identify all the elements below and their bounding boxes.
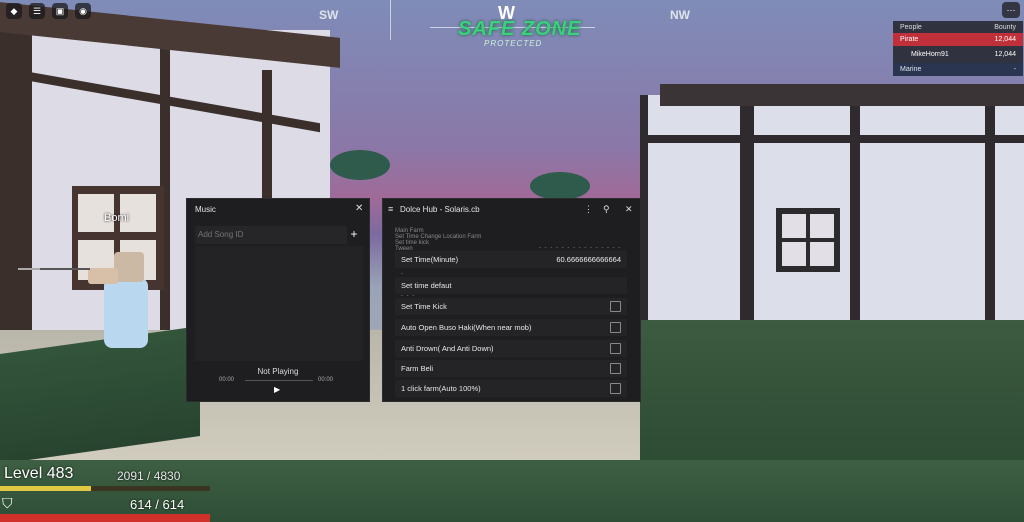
row-label: Set time defaut [401, 281, 452, 290]
xp-text: 2091 / 4830 [117, 469, 181, 483]
play-icon[interactable]: ▶ [274, 385, 280, 394]
music-title: Music [195, 205, 216, 214]
set-time-value: 60.6666666666664 [556, 255, 621, 264]
row-label: 1 click farm(Auto 100%) [401, 384, 481, 393]
search-icon[interactable]: ⚲ [603, 204, 610, 215]
row-label: Anti Drown( And Anti Down) [401, 344, 494, 353]
compass-marker [390, 0, 391, 40]
music-panel: Music ✕ + Not Playing 00:00 00:00 ▶ [186, 198, 370, 402]
team-bounty: - [1013, 66, 1016, 73]
player-name: MikeHorn91 [911, 51, 949, 58]
chat-icon: ☰ [32, 5, 42, 16]
player-row[interactable]: MikeHorn91 12,044 [893, 46, 1023, 63]
right-roof [660, 84, 1024, 106]
shield-icon: ⛉ [2, 495, 13, 511]
safe-zone-subtitle: PROTECTED [484, 39, 543, 48]
exit-icon: ▣ [55, 5, 65, 16]
set-time-default-button[interactable]: Set time defaut [395, 277, 627, 294]
compass-sw: SW [319, 8, 339, 22]
more-menu-button[interactable]: ⋯ [1002, 2, 1020, 18]
header-bounty: Bounty [994, 23, 1016, 31]
backpack-button[interactable]: ▣ [52, 3, 68, 19]
team-name: Marine [900, 66, 922, 73]
team-name: Pirate [900, 36, 919, 43]
leaderboard: People Bounty Pirate 12,044 MikeHorn91 1… [893, 21, 1023, 76]
more-icon[interactable]: ⋮ [584, 204, 593, 215]
row-label: Set Time Kick [401, 302, 447, 311]
checkbox[interactable] [610, 322, 621, 333]
palm-foliage [530, 172, 590, 200]
hp-text: 614 / 614 [130, 497, 185, 512]
close-icon[interactable]: ✕ [355, 203, 363, 214]
playback-status: Not Playing [257, 367, 299, 376]
player-bounty: 12,044 [994, 51, 1016, 58]
leaderboard-header: People Bounty [893, 21, 1023, 33]
character-name: Bomi [104, 212, 130, 224]
set-time-slider-row[interactable]: Set Time(Minute) 60.6666666666664 [395, 251, 627, 268]
ellipsis-icon: ⋯ [1006, 4, 1016, 15]
farm-beli-toggle[interactable]: Farm Beli [395, 360, 627, 377]
checkbox[interactable] [610, 363, 621, 374]
checkbox[interactable] [610, 383, 621, 394]
checkbox[interactable] [610, 343, 621, 354]
hp-bar [0, 514, 210, 522]
player-level: Level 483 [4, 465, 74, 482]
add-song-button[interactable]: + [347, 227, 361, 241]
anti-drown-toggle[interactable]: Anti Drown( And Anti Down) [395, 340, 627, 357]
grass-right [640, 320, 1024, 470]
song-id-input[interactable] [195, 226, 347, 244]
safe-zone-title: SAFE ZONE [458, 18, 582, 40]
header-people: People [900, 23, 922, 31]
one-click-farm-toggle[interactable]: 1 click farm(Auto 100%) [395, 380, 627, 397]
set-time-kick-toggle[interactable]: Set Time Kick [395, 298, 627, 315]
chat-button[interactable]: ☰ [29, 3, 45, 19]
set-time-label: Set Time(Minute) [401, 255, 459, 264]
close-icon[interactable]: ✕ [625, 204, 633, 215]
team-marine[interactable]: Marine - [893, 63, 1023, 76]
roblox-menu-button[interactable]: ◆ [6, 3, 22, 19]
checkbox[interactable] [610, 301, 621, 312]
xp-fill [0, 486, 91, 491]
team-bounty: 12,044 [994, 36, 1016, 43]
xp-bar [0, 486, 210, 491]
player-character [88, 250, 162, 360]
hub-title: Dolce Hub - Solaris.cb [400, 205, 480, 214]
progress-bar[interactable] [245, 380, 313, 381]
dolce-hub-panel: ≡ Dolce Hub - Solaris.cb ⋮ ⚲ ✕ Main Farm… [382, 198, 641, 402]
right-window [776, 208, 840, 272]
time-total: 00:00 [318, 377, 334, 383]
team-pirate[interactable]: Pirate 12,044 [893, 33, 1023, 46]
row-label: Auto Open Buso Haki(When near mob) [401, 323, 532, 332]
hamburger-icon[interactable]: ≡ [388, 204, 393, 214]
palm-foliage [330, 150, 390, 180]
auto-buso-toggle[interactable]: Auto Open Buso Haki(When near mob) [395, 319, 627, 336]
camera-icon: ◉ [79, 5, 87, 16]
row-label: Farm Beli [401, 364, 434, 373]
compass-nw: NW [670, 8, 690, 22]
camera-button[interactable]: ◉ [75, 3, 91, 19]
set-time-slider[interactable] [18, 268, 90, 270]
hp-fill [0, 514, 210, 522]
time-elapsed: 00:00 [219, 377, 235, 383]
song-list [195, 246, 363, 361]
roblox-logo-icon: ◆ [10, 5, 18, 16]
